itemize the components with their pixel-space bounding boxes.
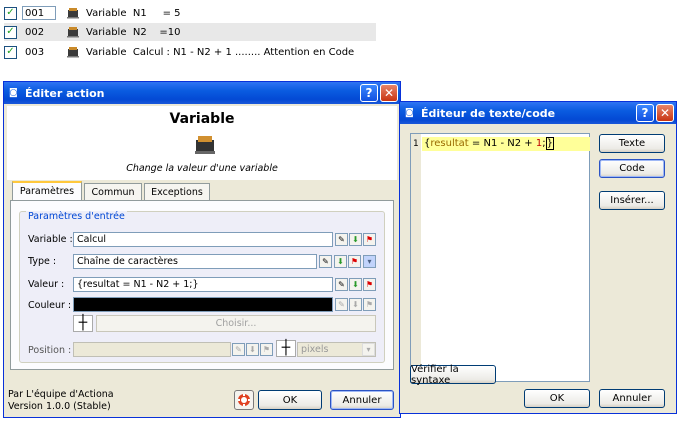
cancel-button[interactable]: Annuler [599, 389, 665, 408]
action-text: Variable N1 = 5 [86, 7, 181, 19]
help-button[interactable]: ? [636, 104, 654, 122]
flag-icon: ⚑ [363, 298, 376, 311]
crosshair-icon[interactable]: ┼ [73, 315, 93, 332]
position-label: Position : [28, 345, 72, 356]
action-number: 002 [22, 25, 56, 39]
code-editor[interactable]: 1 {resultat = N1 - N2 + 1;} [410, 133, 590, 382]
action-header: Variable Change la valeur d'une variable [7, 106, 397, 180]
code-button[interactable]: Code [599, 159, 665, 178]
chip-icon [195, 136, 215, 154]
ok-button[interactable]: OK [524, 389, 590, 408]
tab-parametres[interactable]: Paramètres [12, 181, 82, 200]
close-button[interactable]: ✕ [380, 84, 398, 102]
action-checkbox[interactable]: ✓ [4, 45, 17, 59]
flag-icon: ⚑ [260, 343, 273, 356]
inserer-button[interactable]: Insérer... [599, 191, 665, 210]
down-arrow-icon: ⬇ [349, 298, 362, 311]
edit-icon: ✎ [232, 343, 245, 356]
action-row-003[interactable]: ✓ 003 Variable Calcul : N1 - N2 + 1 ....… [4, 43, 376, 61]
texte-button[interactable]: Texte [599, 134, 665, 153]
code-line: {resultat = N1 - N2 + 1;} [424, 137, 554, 150]
flag-icon[interactable]: ⚑ [363, 278, 376, 291]
down-arrow-icon[interactable]: ⬇ [334, 255, 347, 268]
variable-input[interactable]: Calcul [73, 232, 333, 247]
couleur-label: Couleur : [28, 300, 72, 311]
action-row-002[interactable]: ✓ 002 Variable N2 =10 [4, 23, 376, 41]
chip-icon [67, 8, 79, 19]
type-label: Type : [28, 256, 57, 267]
down-arrow-icon[interactable]: ⬇ [349, 233, 362, 246]
ok-button[interactable]: OK [258, 390, 322, 410]
footer-author: Par L'équipe d'Actiona [8, 389, 114, 400]
window-title: Éditeur de texte/code [421, 106, 556, 120]
action-checkbox[interactable]: ✓ [4, 25, 17, 39]
valeur-input[interactable]: {resultat = N1 - N2 + 1;} [73, 277, 333, 292]
text-editor-titlebar[interactable]: ◙ Éditeur de texte/code ? ✕ [400, 102, 676, 124]
choisir-button[interactable]: Choisir... [96, 315, 376, 332]
help-lifebuoy-button[interactable] [234, 390, 254, 410]
action-checkbox[interactable]: ✓ [4, 6, 17, 20]
close-button[interactable]: ✕ [656, 104, 674, 122]
position-input [73, 342, 231, 357]
color-swatch[interactable] [73, 297, 333, 312]
flag-icon[interactable]: ⚑ [348, 255, 361, 268]
down-arrow-icon[interactable]: ⬇ [349, 278, 362, 291]
cancel-button[interactable]: Annuler [330, 390, 394, 410]
edit-action-window: ◙ Éditer action ? ✕ Variable Change la v… [3, 81, 401, 418]
chip-icon [67, 47, 79, 58]
action-heading: Variable [169, 111, 235, 127]
action-subtitle: Change la valeur d'une variable [126, 163, 278, 174]
flag-icon[interactable]: ⚑ [363, 233, 376, 246]
tab-commun[interactable]: Commun [84, 183, 142, 200]
line-number: 1 [413, 139, 419, 149]
app-icon: ◙ [9, 88, 18, 98]
action-text: Variable Calcul : N1 - N2 + 1 ........ A… [86, 46, 355, 58]
edit-icon[interactable]: ✎ [335, 233, 348, 246]
action-number: 003 [22, 45, 56, 59]
line-number-gutter [411, 134, 421, 381]
footer-version: Version 1.0.0 (Stable) [8, 401, 111, 412]
text-editor-window: ◙ Éditeur de texte/code ? ✕ 1 {resultat … [399, 101, 677, 414]
chevron-down-icon: ▾ [362, 343, 375, 356]
action-row-001[interactable]: ✓ 001 Variable N1 = 5 [4, 4, 376, 22]
valeur-label: Valeur : [28, 279, 65, 290]
window-title: Éditer action [25, 86, 105, 100]
group-title: Paramètres d'entrée [26, 211, 127, 222]
chip-icon [67, 27, 79, 38]
edit-action-titlebar[interactable]: ◙ Éditer action ? ✕ [4, 82, 400, 104]
edit-icon[interactable]: ✎ [335, 278, 348, 291]
action-text: Variable N2 =10 [86, 26, 181, 38]
app-icon: ◙ [405, 108, 414, 118]
lifebuoy-icon [238, 394, 250, 406]
action-number: 001 [22, 6, 56, 20]
edit-icon[interactable]: ✎ [319, 255, 332, 268]
crosshair-icon: ┼ [276, 340, 296, 357]
type-select[interactable]: Chaîne de caractères [73, 254, 317, 269]
help-button[interactable]: ? [360, 84, 378, 102]
chevron-down-icon[interactable]: ▾ [363, 255, 376, 268]
down-arrow-icon: ⬇ [246, 343, 259, 356]
variable-label: Variable : [28, 234, 73, 245]
tab-exceptions[interactable]: Exceptions [144, 183, 210, 200]
verify-syntax-button[interactable]: Vérifier la syntaxe [410, 364, 496, 386]
edit-icon: ✎ [335, 298, 348, 311]
